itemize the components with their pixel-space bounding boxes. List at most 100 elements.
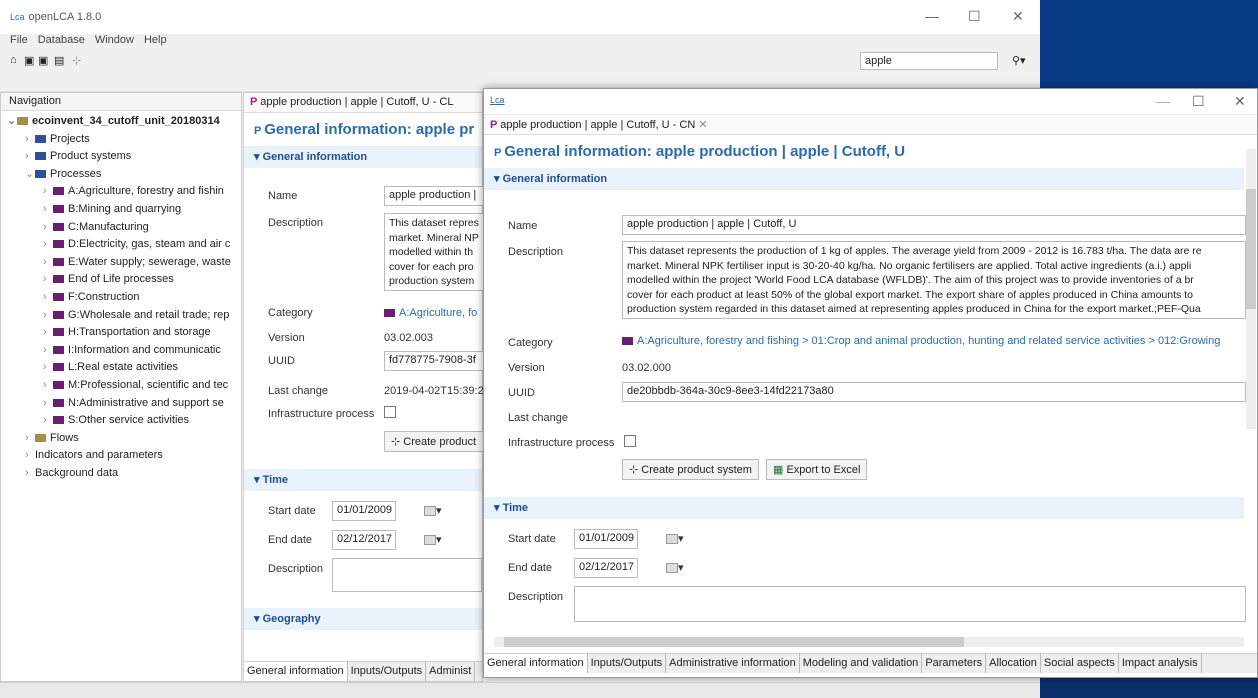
nav-item[interactable]: › Indicators and parameters bbox=[1, 447, 241, 465]
nav-item[interactable]: › Product systems bbox=[1, 148, 241, 166]
close-icon[interactable]: ✕ bbox=[1012, 8, 1024, 25]
back-section-time[interactable]: ▾ Time bbox=[244, 469, 482, 491]
calendar-icon[interactable]: ▾ bbox=[666, 532, 684, 545]
front-time-description-field[interactable] bbox=[574, 586, 1246, 622]
nav-item[interactable]: › A:Agriculture, forestry and fishin bbox=[1, 183, 241, 201]
nav-item[interactable]: ⌄ Processes bbox=[1, 166, 241, 184]
chevron-icon[interactable]: › bbox=[43, 412, 53, 430]
back-section-geography[interactable]: ▾ Geography bbox=[244, 608, 482, 630]
import-icon[interactable]: ▤ bbox=[54, 54, 64, 67]
nav-item[interactable]: › Projects bbox=[1, 131, 241, 149]
maximize-icon[interactable]: ☐ bbox=[968, 8, 981, 25]
front-section-general[interactable]: ▾ General information bbox=[484, 168, 1244, 190]
back-tab-inputs-outputs[interactable]: Inputs/Outputs bbox=[348, 662, 427, 681]
back-time-description-field[interactable] bbox=[332, 558, 482, 592]
save-icon[interactable]: ▣ bbox=[24, 54, 34, 67]
chevron-icon[interactable]: › bbox=[43, 289, 53, 307]
front-export-excel-button[interactable]: ▦ Export to Excel bbox=[766, 459, 868, 480]
nav-item[interactable]: › Flows bbox=[1, 430, 241, 448]
chevron-icon[interactable]: › bbox=[43, 324, 53, 342]
front-uuid-field[interactable]: de20bbdb-364a-30c9-8ee3-14fd22173a80 bbox=[622, 382, 1246, 402]
front-end-date[interactable]: 02/12/2017 bbox=[574, 558, 638, 578]
search-icon[interactable]: ⚲▾ bbox=[1012, 54, 1026, 67]
menu-file[interactable]: File bbox=[10, 34, 28, 52]
front-tab-allocation[interactable]: Allocation bbox=[986, 654, 1041, 673]
back-start-date[interactable]: 01/01/2009 bbox=[332, 501, 396, 521]
chevron-icon[interactable]: › bbox=[25, 131, 35, 149]
nav-item[interactable]: › E:Water supply; sewerage, waste bbox=[1, 254, 241, 272]
calendar-icon[interactable]: ▾ bbox=[666, 561, 684, 574]
window-minimize-icon[interactable]: — bbox=[1156, 93, 1170, 109]
chevron-icon[interactable]: › bbox=[43, 395, 53, 413]
back-tab-admin[interactable]: Administ bbox=[426, 662, 476, 681]
chevron-icon[interactable]: › bbox=[25, 465, 35, 483]
front-infrastructure-checkbox[interactable] bbox=[624, 435, 636, 447]
horizontal-scrollbar[interactable] bbox=[494, 637, 1244, 647]
calendar-icon[interactable]: ▾ bbox=[424, 504, 442, 517]
nav-item[interactable]: › S:Other service activities bbox=[1, 412, 241, 430]
front-description-field[interactable]: This dataset represents the production o… bbox=[622, 241, 1246, 319]
front-tab-social[interactable]: Social aspects bbox=[1041, 654, 1119, 673]
chevron-icon[interactable]: › bbox=[25, 447, 35, 465]
front-tab-parameters[interactable]: Parameters bbox=[922, 654, 987, 673]
nav-item[interactable]: › D:Electricity, gas, steam and air c bbox=[1, 236, 241, 254]
back-description-field[interactable]: This dataset repres market. Mineral NP mod… bbox=[384, 213, 484, 291]
nav-item[interactable]: › Background data bbox=[1, 465, 241, 483]
nav-item[interactable]: › M:Professional, scientific and tec bbox=[1, 377, 241, 395]
front-editor-tab[interactable]: P apple production | apple | Cutoff, U -… bbox=[484, 115, 1257, 135]
front-tab-inputs-outputs[interactable]: Inputs/Outputs bbox=[588, 654, 667, 673]
front-tab-impact[interactable]: Impact analysis bbox=[1119, 654, 1202, 673]
chevron-icon[interactable]: › bbox=[43, 307, 53, 325]
window-maximize-icon[interactable]: ☐ bbox=[1192, 93, 1205, 110]
nav-item[interactable]: › B:Mining and quarrying bbox=[1, 201, 241, 219]
back-name-field[interactable]: apple production | bbox=[384, 186, 484, 206]
chevron-icon[interactable]: › bbox=[25, 148, 35, 166]
back-category-link[interactable]: A:Agriculture, fo bbox=[384, 307, 477, 319]
front-section-time[interactable]: ▾ Time bbox=[484, 497, 1244, 519]
save-all-icon[interactable]: ▣ bbox=[38, 54, 48, 67]
chevron-icon[interactable]: › bbox=[43, 236, 53, 254]
tab-close-icon[interactable]: ✕ bbox=[698, 119, 707, 131]
nav-item[interactable]: › F:Construction bbox=[1, 289, 241, 307]
chevron-icon[interactable]: › bbox=[43, 377, 53, 395]
front-tab-general[interactable]: General information bbox=[484, 654, 588, 673]
menu-help[interactable]: Help bbox=[144, 34, 167, 52]
front-tab-admin[interactable]: Administrative information bbox=[666, 654, 800, 673]
calendar-icon[interactable]: ▾ bbox=[424, 533, 442, 546]
back-uuid-field[interactable]: fd778775-7908-3f bbox=[384, 351, 484, 371]
front-start-date[interactable]: 01/01/2009 bbox=[574, 529, 638, 549]
front-create-product-system-button[interactable]: ⊹ Create product system bbox=[622, 459, 759, 480]
back-end-date[interactable]: 02/12/2017 bbox=[332, 530, 396, 550]
nav-item[interactable]: › L:Real estate activities bbox=[1, 359, 241, 377]
menu-database[interactable]: Database bbox=[38, 34, 85, 52]
home-icon[interactable]: ⌂ bbox=[10, 54, 17, 66]
nav-item[interactable]: › N:Administrative and support se bbox=[1, 395, 241, 413]
chevron-icon[interactable]: › bbox=[43, 342, 53, 360]
menu-window[interactable]: Window bbox=[95, 34, 134, 52]
back-tab-general[interactable]: General information bbox=[244, 662, 348, 681]
front-name-field[interactable]: apple production | apple | Cutoff, U bbox=[622, 215, 1246, 235]
back-infrastructure-checkbox[interactable] bbox=[384, 406, 396, 418]
nav-item[interactable]: › C:Manufacturing bbox=[1, 219, 241, 237]
back-section-general[interactable]: ▾ General information bbox=[244, 146, 482, 168]
nav-item[interactable]: › H:Transportation and storage bbox=[1, 324, 241, 342]
nav-item[interactable]: › G:Wholesale and retail trade; rep bbox=[1, 307, 241, 325]
vertical-scrollbar[interactable] bbox=[1246, 149, 1256, 429]
front-category-link[interactable]: A:Agriculture, forestry and fishing > 01… bbox=[622, 335, 1246, 347]
chevron-icon[interactable]: ⌄ bbox=[7, 113, 17, 131]
front-tab-modeling[interactable]: Modeling and validation bbox=[800, 654, 923, 673]
chevron-icon[interactable]: › bbox=[43, 201, 53, 219]
chevron-icon[interactable]: › bbox=[43, 359, 53, 377]
product-system-icon[interactable]: ⊹ bbox=[72, 54, 81, 67]
search-input[interactable]: apple bbox=[860, 52, 998, 70]
back-create-product-button[interactable]: ⊹ Create product bbox=[384, 431, 484, 452]
nav-item[interactable]: › I:Information and communicatic bbox=[1, 342, 241, 360]
nav-item[interactable]: ⌄ ecoinvent_34_cutoff_unit_20180314 bbox=[1, 113, 241, 131]
chevron-icon[interactable]: › bbox=[43, 183, 53, 201]
chevron-icon[interactable]: › bbox=[43, 271, 53, 289]
chevron-icon[interactable]: › bbox=[43, 254, 53, 272]
chevron-icon[interactable]: › bbox=[25, 430, 35, 448]
window-close-icon[interactable]: ✕ bbox=[1234, 93, 1246, 110]
window-titlebar[interactable]: Lca — ☐ ✕ bbox=[484, 89, 1257, 115]
chevron-icon[interactable]: › bbox=[43, 219, 53, 237]
